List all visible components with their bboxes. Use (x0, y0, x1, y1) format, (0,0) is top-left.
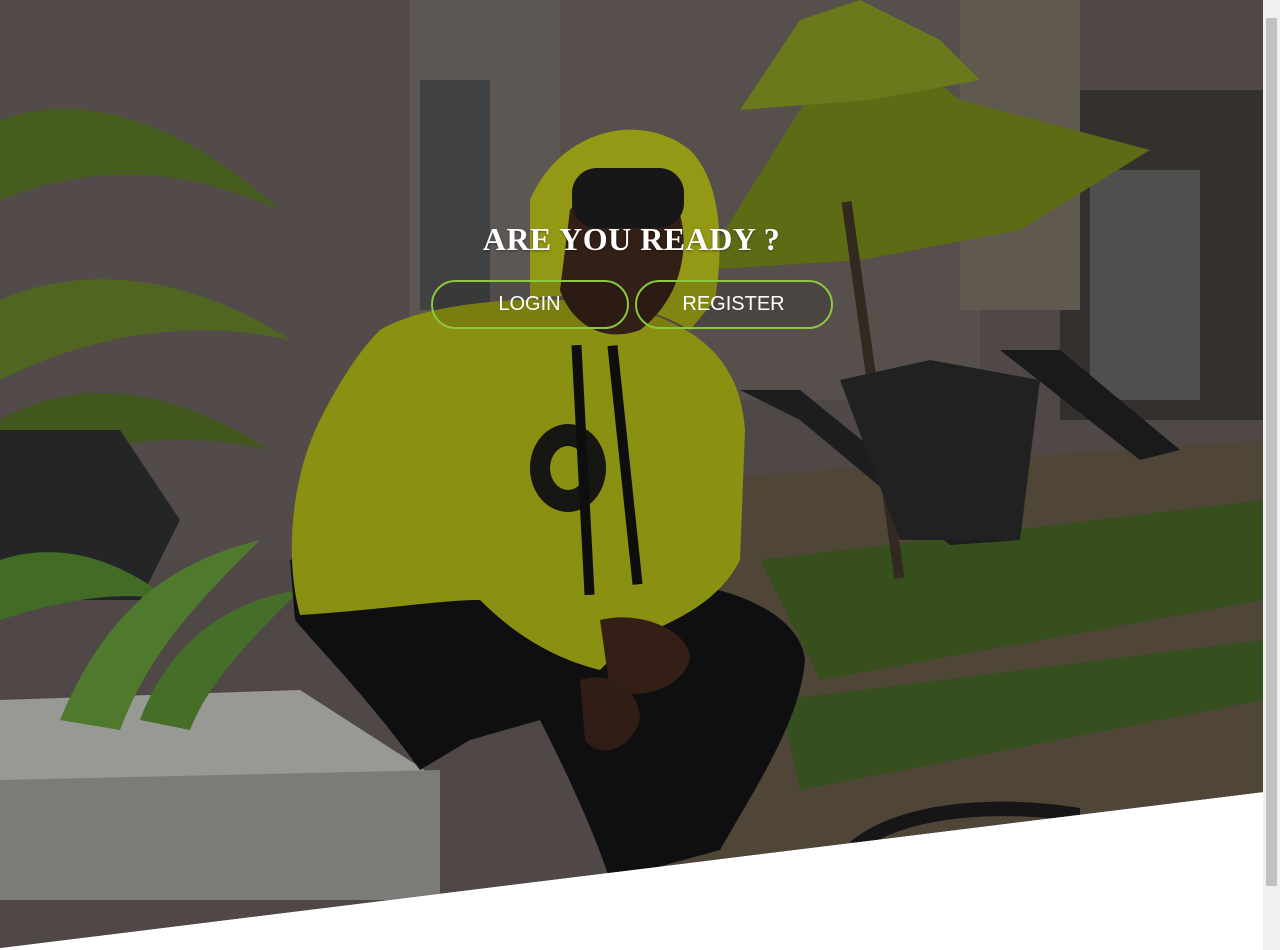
login-button[interactable]: LOGIN (430, 280, 629, 329)
vertical-scrollbar[interactable] (1263, 0, 1280, 950)
hero-section: ARE YOU READY ? LOGIN REGISTER (0, 0, 1263, 948)
hero-dark-overlay (0, 0, 1263, 948)
auth-buttons: LOGIN REGISTER (0, 280, 1263, 329)
call-to-action: ARE YOU READY ? LOGIN REGISTER (0, 218, 1263, 329)
page: ARE YOU READY ? LOGIN REGISTER (0, 0, 1280, 950)
hero-heading: ARE YOU READY ? (482, 221, 781, 257)
scrollbar-thumb[interactable] (1266, 18, 1277, 886)
register-button[interactable]: REGISTER (634, 280, 833, 329)
